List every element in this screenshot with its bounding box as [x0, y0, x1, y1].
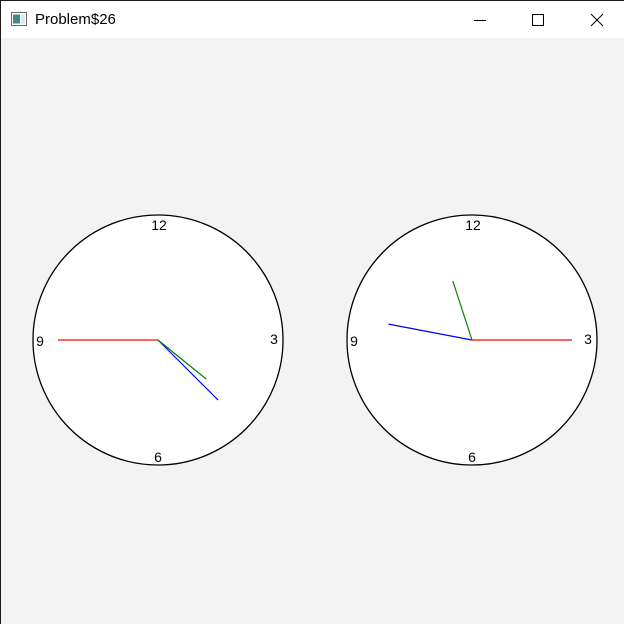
clock-label-6: 6	[468, 449, 476, 465]
clock-label-9: 9	[350, 333, 358, 349]
clock-label-9: 9	[36, 333, 44, 349]
minimize-icon	[474, 19, 486, 21]
close-icon	[590, 13, 604, 26]
maximize-button[interactable]	[515, 1, 561, 38]
clock-label-6: 6	[154, 449, 162, 465]
maximize-icon	[532, 13, 544, 26]
title-bar[interactable]: Problem$26	[1, 1, 625, 38]
clock-1: 12 3 6 9	[32, 214, 284, 466]
clock-label-3: 3	[270, 331, 278, 347]
app-window-icon	[11, 12, 27, 26]
clock-label-3: 3	[584, 331, 592, 347]
clock-label-12: 12	[465, 217, 481, 233]
close-button[interactable]	[574, 1, 620, 38]
window-title: Problem$26	[35, 11, 116, 28]
clock-2: 12 3 6 9	[346, 214, 598, 466]
app-window: Problem$26 12 3 6 9 12 3 6 9	[0, 0, 625, 624]
minimize-button[interactable]	[457, 1, 503, 38]
clock-label-12: 12	[151, 217, 167, 233]
client-area: 12 3 6 9 12 3 6 9	[32, 214, 598, 466]
